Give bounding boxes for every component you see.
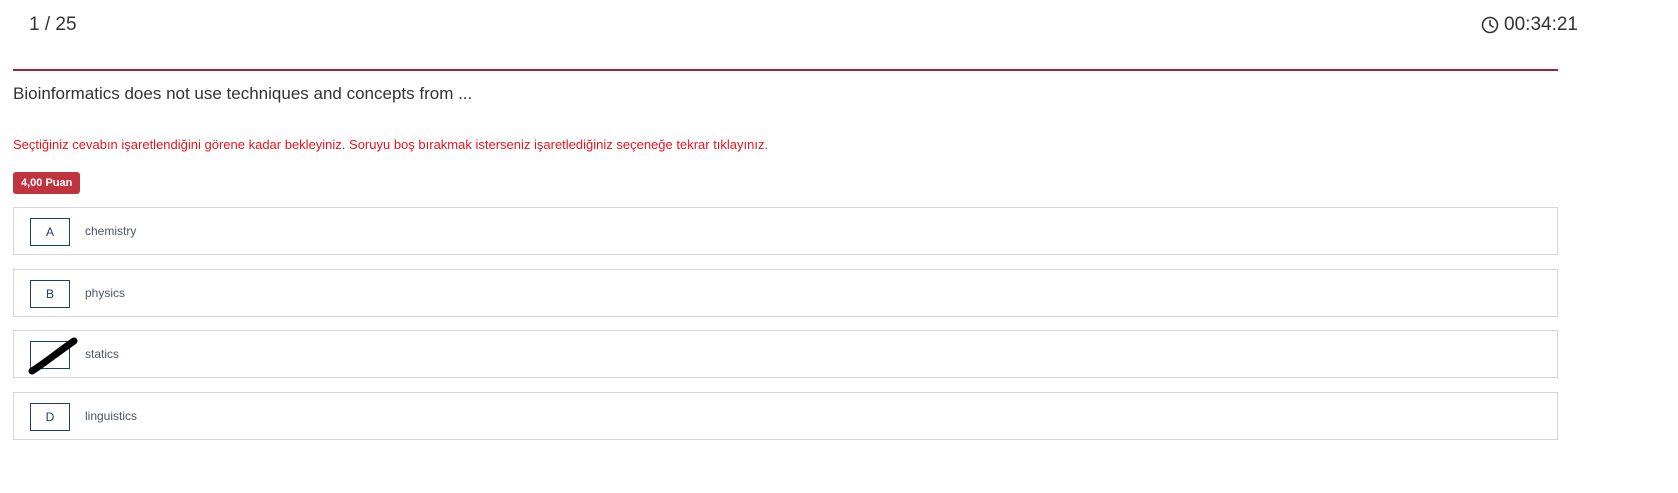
exam-timer: 00:34:21 — [1481, 14, 1578, 36]
option-letter[interactable]: A — [30, 218, 70, 246]
answer-options: A chemistry B physics statics D linguist… — [13, 207, 1558, 454]
option-c[interactable]: statics — [13, 330, 1558, 378]
option-text: statics — [85, 347, 120, 361]
option-text: linguistics — [85, 409, 138, 423]
question-counter: 1 / 25 — [29, 14, 77, 35]
option-a[interactable]: A chemistry — [13, 207, 1558, 255]
option-letter[interactable] — [30, 341, 70, 369]
clock-icon — [1481, 16, 1499, 34]
selection-warning: Seçtiğiniz cevabın işaretlendiğini gören… — [13, 137, 769, 152]
option-b[interactable]: B physics — [13, 269, 1558, 317]
option-d[interactable]: D linguistics — [13, 392, 1558, 440]
timer-value: 00:34:21 — [1504, 14, 1578, 35]
points-badge: 4,00 Puan — [13, 172, 81, 194]
header-divider — [13, 69, 1558, 71]
option-letter[interactable]: B — [30, 280, 70, 308]
question-text: Bioinformatics does not use techniques a… — [13, 84, 473, 103]
option-letter[interactable]: D — [30, 403, 70, 431]
option-text: physics — [85, 286, 126, 300]
option-text: chemistry — [85, 224, 137, 238]
